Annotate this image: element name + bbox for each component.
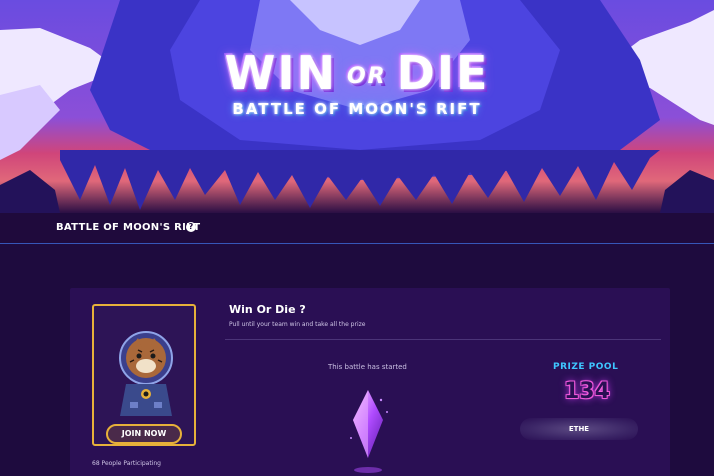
prize-pool-value: 134 (564, 379, 610, 404)
battle-description: Pull until your team win and take all th… (229, 321, 366, 328)
tiger-astronaut-avatar (119, 331, 173, 416)
banner-subtitle: BATTLE OF MOON'S RIFT (232, 100, 482, 118)
banner-title-win: WIN (224, 46, 337, 100)
prize-pool-unit: ETHE (568, 425, 590, 433)
crystal-icon (350, 390, 388, 473)
battle-card: JOIN NOW 68 People Participating Win Or … (70, 288, 670, 476)
banner-title-group: WIN OR DIE BATTLE OF MOON'S RIFT (0, 46, 714, 118)
info-icon[interactable]: ? (186, 222, 196, 232)
battle-status: This battle has started (328, 363, 407, 371)
prize-pool-label: PRIZE POOL (553, 362, 619, 372)
banner-title-die: DIE (396, 46, 490, 100)
banner-title: WIN OR DIE (0, 46, 714, 100)
participants-count: 68 People Participating (92, 460, 161, 467)
join-now-button[interactable]: JOIN NOW (106, 424, 182, 444)
card-divider (225, 339, 661, 340)
hero-banner: WIN OR DIE BATTLE OF MOON'S RIFT (0, 0, 714, 213)
battle-title: Win Or Die ? (229, 303, 306, 316)
section-header: BATTLE OF MOON'S RIFT ? (0, 213, 714, 244)
nft-card: JOIN NOW (92, 304, 196, 446)
section-title: BATTLE OF MOON'S RIFT (56, 222, 201, 233)
prize-pool-unit-badge: ETHE (520, 418, 638, 440)
banner-title-or: OR (346, 64, 387, 89)
